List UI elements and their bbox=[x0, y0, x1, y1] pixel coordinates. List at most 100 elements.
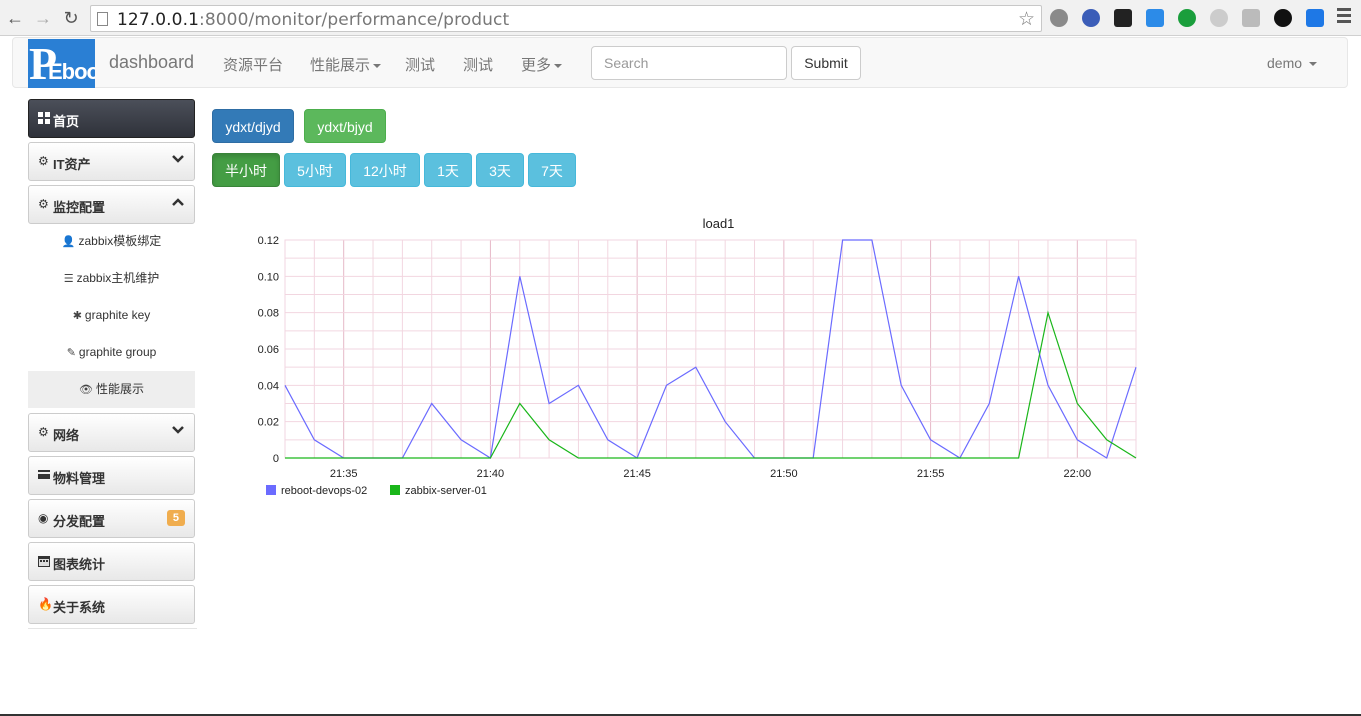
brand-link[interactable]: dashboard bbox=[109, 52, 194, 73]
range-button-half-hour[interactable]: 半小时 bbox=[212, 153, 280, 187]
legend-swatch bbox=[266, 485, 276, 495]
sidebar-item-network[interactable]: ⚙ 网络 bbox=[28, 413, 195, 452]
eye-icon: 👁 bbox=[79, 384, 93, 396]
search-input[interactable] bbox=[591, 46, 787, 80]
reboot-logo[interactable]: PEboot bbox=[28, 39, 95, 88]
sidebar-item-distribution[interactable]: ◉ 分发配置 5 bbox=[28, 499, 195, 538]
x-tick-label: 21:50 bbox=[770, 468, 798, 480]
chart-title: load1 bbox=[703, 216, 735, 231]
chart-svg: 0.12 0.10 0.08 0.06 0.04 0.02 0 21:35 21:40 21:45… bbox=[258, 216, 1137, 497]
browser-menu-icon[interactable] bbox=[1337, 8, 1351, 26]
group-button-djyd[interactable]: ydxt/djyd bbox=[212, 109, 294, 143]
back-arrow-icon[interactable]: ← bbox=[4, 6, 26, 30]
range-button-5h[interactable]: 5小时 bbox=[284, 153, 346, 187]
y-tick-label: 0.12 bbox=[258, 235, 279, 247]
sidebar-subitem-graphite-key[interactable]: ✱ graphite key bbox=[28, 297, 195, 334]
sidebar-item-monitor-config[interactable]: ⚙ 监控配置 bbox=[28, 185, 195, 224]
top-navbar: PEboot dashboard 资源平台 性能展示 测试 测试 更多 Subm… bbox=[12, 37, 1348, 88]
nav-test-1[interactable]: 测试 bbox=[405, 54, 435, 75]
list-icon: ☰ bbox=[63, 273, 74, 285]
nav-more[interactable]: 更多 bbox=[521, 54, 563, 75]
sidebar-item-label: 分发配置 bbox=[53, 514, 106, 529]
sidebar-item-label: 网络 bbox=[53, 428, 80, 443]
submit-button[interactable]: Submit bbox=[791, 46, 861, 80]
chevron-up-icon bbox=[172, 196, 184, 211]
fire-icon: 🔥 bbox=[38, 597, 53, 611]
sidebar-divider bbox=[28, 628, 197, 629]
legend-label: reboot-devops-02 bbox=[281, 485, 367, 497]
extension-star-icon[interactable] bbox=[1146, 9, 1164, 27]
cog-icon: ⚙ bbox=[38, 425, 49, 439]
extension-grey-icon[interactable] bbox=[1210, 9, 1228, 27]
sidebar-item-it-assets[interactable]: ⚙ IT资产 bbox=[28, 142, 195, 181]
browser-toolbar: ← → ↻ 127.0.0.1:8000/monitor/performance… bbox=[0, 0, 1361, 36]
cog-icon: ⚙ bbox=[38, 154, 49, 168]
x-tick-label: 22:00 bbox=[1064, 468, 1092, 480]
extension-puzzle-icon[interactable] bbox=[1242, 9, 1260, 27]
sidebar-item-label: 物料管理 bbox=[53, 471, 106, 486]
sidebar-subitem-zabbix-template[interactable]: 👤 zabbix模板绑定 bbox=[28, 223, 195, 260]
forward-arrow-icon[interactable]: → bbox=[32, 6, 54, 30]
subitem-label: 性能展示 bbox=[95, 382, 144, 396]
x-tick-label: 21:45 bbox=[623, 468, 651, 480]
extension-w-icon[interactable] bbox=[1306, 9, 1324, 27]
nav-label: 测试 bbox=[405, 57, 436, 74]
y-tick-label: 0.08 bbox=[258, 308, 279, 320]
nav-test-2[interactable]: 测试 bbox=[463, 54, 493, 75]
nav-label: 资源平台 bbox=[223, 57, 284, 74]
address-bar[interactable]: 127.0.0.1:8000/monitor/performance/produ… bbox=[90, 5, 1042, 32]
extension-dark-icon[interactable] bbox=[1114, 9, 1132, 27]
edit-icon: ✎ bbox=[66, 347, 76, 359]
sidebar-subitem-zabbix-host[interactable]: ☰ zabbix主机维护 bbox=[28, 260, 195, 297]
range-button-3d[interactable]: 3天 bbox=[476, 153, 524, 187]
nav-resource-platform[interactable]: 资源平台 bbox=[223, 54, 283, 75]
url-path: :8000/monitor/performance/product bbox=[199, 10, 510, 30]
bookmark-star-icon[interactable]: ☆ bbox=[1018, 8, 1035, 31]
credit-card-icon bbox=[38, 469, 50, 481]
calendar-icon bbox=[38, 555, 50, 567]
extension-circle-icon[interactable] bbox=[1274, 9, 1292, 27]
group-button-bjyd[interactable]: ydxt/bjyd bbox=[304, 109, 386, 143]
y-tick-label: 0.06 bbox=[258, 344, 279, 356]
sidebar-item-about[interactable]: 🔥 关于系统 bbox=[28, 585, 195, 624]
extension-shield-icon[interactable] bbox=[1178, 9, 1196, 27]
globe-icon: ◉ bbox=[38, 511, 49, 525]
sidebar-item-label: 监控配置 bbox=[53, 200, 106, 215]
caret-down-icon bbox=[1308, 62, 1317, 67]
legend-swatch bbox=[390, 485, 400, 495]
nav-label: 性能展示 bbox=[310, 57, 371, 74]
url-host: 127.0.0.1 bbox=[117, 10, 200, 30]
sidebar-subitem-performance[interactable]: 👁 性能展示 bbox=[28, 371, 195, 408]
y-tick-label: 0.10 bbox=[258, 271, 279, 283]
range-button-12h[interactable]: 12小时 bbox=[350, 153, 420, 187]
extension-translate-icon[interactable] bbox=[1082, 9, 1100, 27]
th-large-icon bbox=[38, 112, 50, 124]
y-tick-label: 0 bbox=[273, 453, 279, 465]
range-button-1d[interactable]: 1天 bbox=[424, 153, 472, 187]
y-tick-label: 0.04 bbox=[258, 380, 279, 392]
sidebar-item-label: 首页 bbox=[53, 114, 80, 129]
sidebar-subitem-graphite-group[interactable]: ✎ graphite group bbox=[28, 334, 195, 371]
reload-icon[interactable]: ↻ bbox=[60, 6, 82, 30]
x-tick-label: 21:35 bbox=[330, 468, 358, 480]
caret-down-icon bbox=[373, 64, 382, 69]
extension-globe-icon[interactable] bbox=[1050, 9, 1068, 27]
y-tick-label: 0.02 bbox=[258, 417, 279, 429]
legend-label: zabbix-server-01 bbox=[405, 485, 487, 497]
sidebar-item-label: 关于系统 bbox=[53, 600, 106, 615]
user-name: demo bbox=[1267, 55, 1303, 71]
sidebar-item-charts[interactable]: 图表统计 bbox=[28, 542, 195, 581]
subitem-label: zabbix模板绑定 bbox=[78, 234, 162, 248]
sidebar-item-label: IT资产 bbox=[53, 157, 91, 172]
subitem-label: graphite key bbox=[84, 308, 151, 322]
x-tick-label: 21:55 bbox=[917, 468, 945, 480]
user-menu[interactable]: demo bbox=[1267, 55, 1317, 71]
page-icon bbox=[97, 12, 108, 26]
subitem-label: graphite group bbox=[78, 345, 157, 359]
range-button-7d[interactable]: 7天 bbox=[528, 153, 576, 187]
sidebar-item-home[interactable]: 首页 bbox=[28, 99, 195, 138]
nav-performance[interactable]: 性能展示 bbox=[310, 54, 382, 75]
load-chart: 0.12 0.10 0.08 0.06 0.04 0.02 0 21:35 21:40 21:45… bbox=[230, 210, 1150, 510]
user-icon: 👤 bbox=[61, 236, 76, 248]
sidebar-item-materials[interactable]: 物料管理 bbox=[28, 456, 195, 495]
